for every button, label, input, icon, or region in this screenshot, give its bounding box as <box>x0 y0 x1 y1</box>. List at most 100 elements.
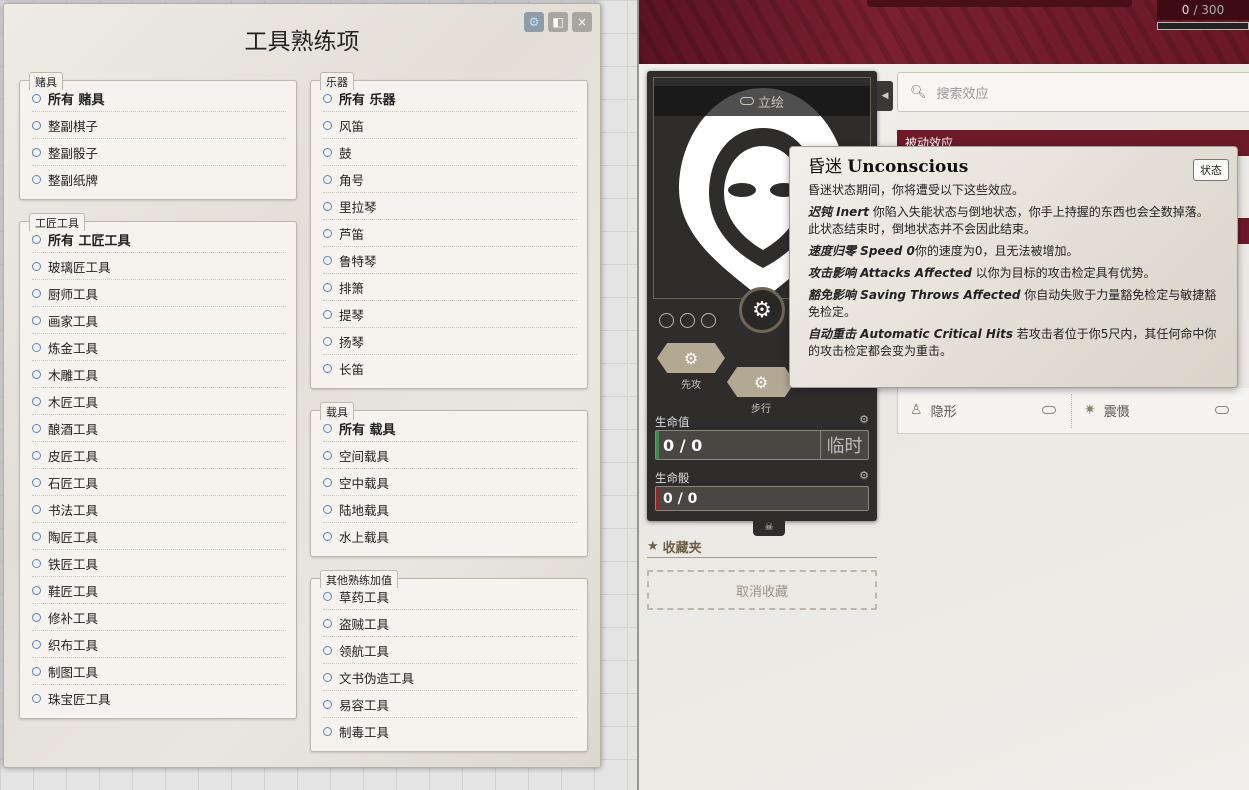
option-all[interactable]: 所有 赌具 <box>32 85 286 112</box>
option-all[interactable]: 所有 乐器 <box>323 85 577 112</box>
option-item[interactable]: 整副棋子 <box>32 112 286 139</box>
group-label: 载具 <box>320 402 354 420</box>
close-button[interactable]: × <box>572 12 592 32</box>
option-item[interactable]: 织布工具 <box>32 631 286 658</box>
xp-max: / 300 <box>1193 3 1225 17</box>
option-item[interactable]: 陶匠工具 <box>32 523 286 550</box>
radio-icon <box>323 201 332 211</box>
favorites-dropzone[interactable]: 取消收藏 <box>647 570 877 610</box>
option-item[interactable]: 风笛 <box>323 112 577 139</box>
option-item[interactable]: 玻璃匠工具 <box>32 253 286 280</box>
option-item[interactable]: 芦笛 <box>323 220 577 247</box>
radio-icon <box>323 120 332 130</box>
option-item[interactable]: 木雕工具 <box>32 361 286 388</box>
group-label: 工匠工具 <box>29 213 85 231</box>
option-item[interactable]: 木匠工具 <box>32 388 286 415</box>
option-item[interactable]: 空间载具 <box>323 442 577 469</box>
copy-button[interactable]: ◧ <box>548 12 568 32</box>
radio-icon <box>323 282 332 292</box>
search-icon: 🔍︎ <box>910 84 927 100</box>
option-item[interactable]: 长笛 <box>323 355 577 382</box>
group-label: 其他熟练加值 <box>320 570 398 588</box>
option-item[interactable]: 扬琴 <box>323 328 577 355</box>
group-artisan: 工匠工具 所有 工匠工具 玻璃匠工具 厨师工具 画家工具 炼金工具 木雕工具 木… <box>19 213 297 719</box>
option-item[interactable]: 鞋匠工具 <box>32 577 286 604</box>
radio-icon <box>323 699 332 709</box>
option-item[interactable]: 整副骰子 <box>32 139 286 166</box>
settings-button[interactable]: ⚙ <box>524 12 544 32</box>
radio-icon <box>32 504 41 514</box>
radio-icon <box>323 93 332 103</box>
gear-icon[interactable]: ⚙ <box>739 287 785 333</box>
option-item[interactable]: 石匠工具 <box>32 469 286 496</box>
option-item[interactable]: 制图工具 <box>32 658 286 685</box>
hit-dice-field[interactable]: 0 / 0 <box>655 486 869 511</box>
radio-icon <box>323 255 332 265</box>
option-item[interactable]: 皮匠工具 <box>32 442 286 469</box>
radio-icon <box>323 450 332 460</box>
pip[interactable] <box>659 313 674 328</box>
sheet-header: 0 / 300 <box>639 0 1249 64</box>
radio-icon <box>323 364 332 373</box>
option-item[interactable]: 珠宝匠工具 <box>32 685 286 712</box>
xp-readout: 0 / 300 <box>1157 0 1249 20</box>
option-item[interactable]: 书法工具 <box>32 496 286 523</box>
tooltip-paragraph: 攻击影响 Attacks Affected 以你为目标的攻击检定具有优势。 <box>808 266 1156 280</box>
option-item[interactable]: 领航工具 <box>323 637 577 664</box>
radio-icon <box>323 645 332 655</box>
option-item[interactable]: 盗贼工具 <box>323 610 577 637</box>
movement-hex[interactable]: ⚙ <box>727 367 795 397</box>
radio-icon <box>32 639 41 649</box>
radio-icon <box>32 694 41 703</box>
collapse-tab[interactable]: ◀ <box>877 81 893 111</box>
option-item[interactable]: 文书伪造工具 <box>323 664 577 691</box>
toggle-icon[interactable] <box>1214 406 1229 414</box>
initiative-label: 先攻 <box>681 380 701 391</box>
pip[interactable] <box>680 313 695 328</box>
radio-icon <box>32 342 41 352</box>
option-item[interactable]: 厨师工具 <box>32 280 286 307</box>
option-item[interactable]: 画家工具 <box>32 307 286 334</box>
option-item[interactable]: 鼓 <box>323 139 577 166</box>
hp-gear-icon[interactable]: ⚙ <box>859 413 869 426</box>
option-item[interactable]: 修补工具 <box>32 604 286 631</box>
option-item[interactable]: 水上载具 <box>323 523 577 550</box>
radio-icon <box>32 612 41 622</box>
option-item[interactable]: 陆地载具 <box>323 496 577 523</box>
pip[interactable] <box>701 313 716 328</box>
radio-icon <box>32 175 41 184</box>
effect-invisible[interactable]: ♙ 隐形 <box>910 398 1056 422</box>
option-all[interactable]: 所有 载具 <box>323 415 577 442</box>
option-item[interactable]: 制毒工具 <box>323 718 577 745</box>
option-item[interactable]: 里拉琴 <box>323 193 577 220</box>
favorites-header: ★ 收藏夹 <box>647 536 877 558</box>
effect-stunned[interactable]: ✷ 震慑 <box>1084 398 1229 422</box>
radio-icon <box>32 315 41 325</box>
option-item[interactable]: 鲁特琴 <box>323 247 577 274</box>
hit-dice-gear-icon[interactable]: ⚙ <box>859 469 869 482</box>
option-item[interactable]: 铁匠工具 <box>32 550 286 577</box>
radio-icon <box>32 585 41 595</box>
hp-temp[interactable]: 临时 <box>820 431 868 459</box>
skull-icon[interactable]: ☠ <box>753 518 785 536</box>
portrait-toggle[interactable]: 立绘 <box>654 86 870 116</box>
hp-value: 0 / 0 <box>663 435 703 455</box>
option-item[interactable]: 角号 <box>323 166 577 193</box>
header-bar <box>867 0 1132 7</box>
option-item[interactable]: 空中载具 <box>323 469 577 496</box>
hp-field[interactable]: 0 / 0 临时 <box>655 430 869 460</box>
toggle-icon[interactable] <box>1041 406 1056 414</box>
radio-icon <box>32 477 41 487</box>
option-item[interactable]: 炼金工具 <box>32 334 286 361</box>
option-item[interactable]: 易容工具 <box>323 691 577 718</box>
option-item[interactable]: 排箫 <box>323 274 577 301</box>
radio-icon <box>32 93 41 103</box>
radio-icon <box>323 174 332 184</box>
radio-icon <box>32 531 41 541</box>
option-item[interactable]: 提琴 <box>323 301 577 328</box>
option-item[interactable]: 整副纸牌 <box>32 166 286 193</box>
initiative-hex[interactable]: ⚙ <box>657 343 725 373</box>
effects-search-input[interactable]: 🔍︎ 搜索效应 <box>897 72 1249 112</box>
death-save-pips <box>659 313 716 328</box>
option-item[interactable]: 酿酒工具 <box>32 415 286 442</box>
